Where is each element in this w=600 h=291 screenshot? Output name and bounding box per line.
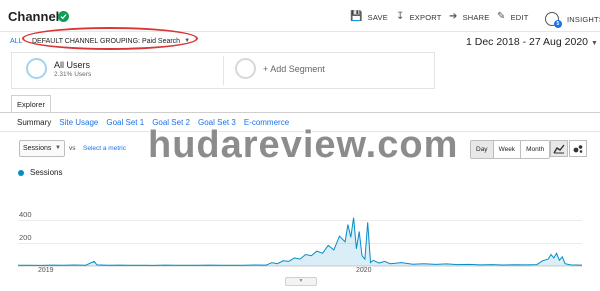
chart-resize-handle[interactable]: ▼ bbox=[285, 277, 317, 286]
watermark-text: hudareview.com bbox=[148, 124, 459, 166]
sessions-line bbox=[17, 217, 583, 266]
